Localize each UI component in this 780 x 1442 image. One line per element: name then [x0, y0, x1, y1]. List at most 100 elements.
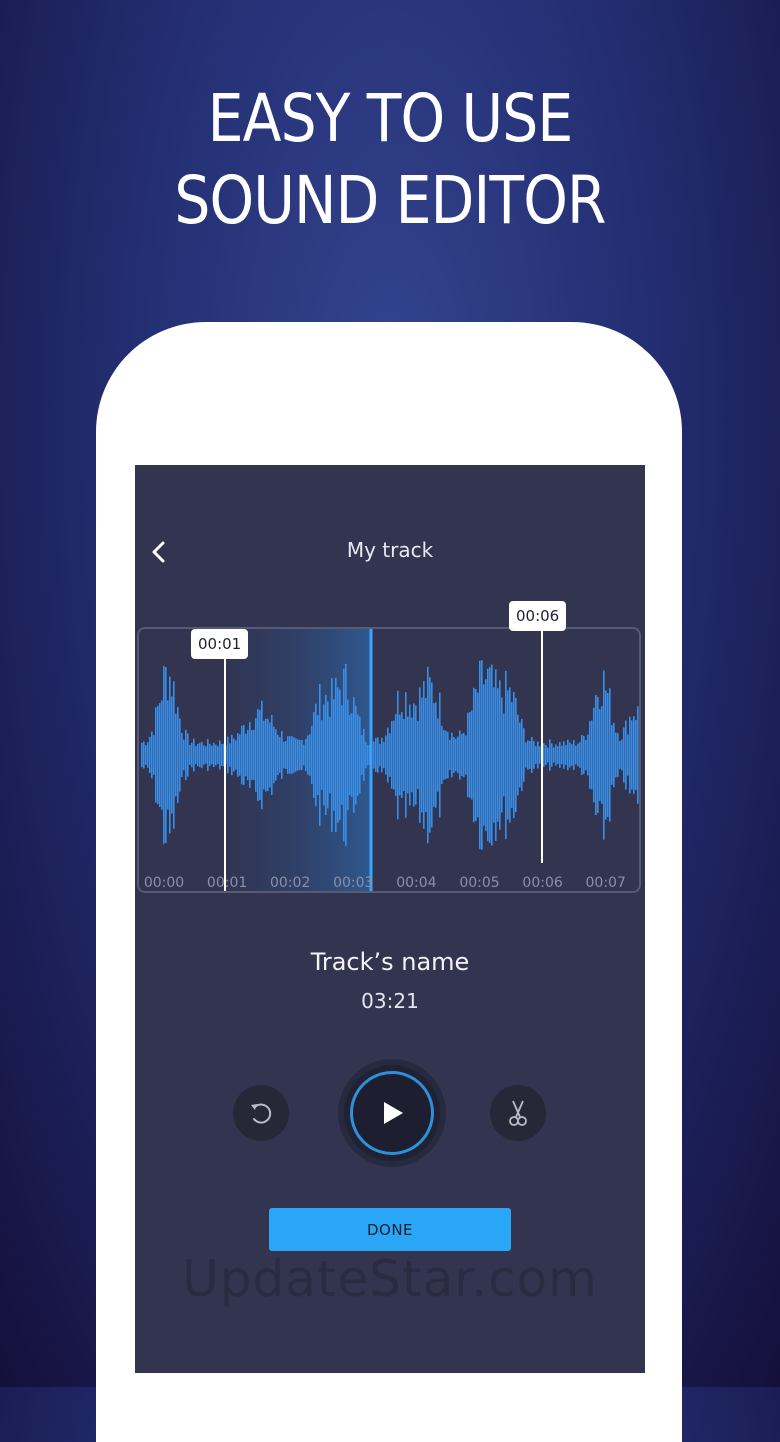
- waveform-sample: [459, 730, 461, 780]
- waveform-sample: [579, 742, 581, 768]
- waveform-sample: [173, 681, 175, 829]
- waveform-sample: [475, 689, 477, 821]
- waveform-sample: [355, 705, 357, 805]
- waveform-sample: [505, 670, 507, 840]
- timeline-ticks: 00:00 00:01 00:02 00:03 00:04 00:05 00:06 00:07: [135, 875, 645, 891]
- waveform-sample: [627, 734, 629, 776]
- waveform-sample: [375, 738, 377, 772]
- waveform[interactable]: [139, 629, 641, 893]
- waveform-sample: [549, 739, 551, 771]
- done-button[interactable]: DONE: [269, 1208, 511, 1251]
- start-marker-label[interactable]: 00:01: [191, 629, 249, 659]
- waveform-sample: [581, 734, 583, 776]
- waveform-sample: [257, 709, 259, 801]
- waveform-sample: [561, 745, 563, 765]
- waveform-sample: [481, 660, 483, 850]
- waveform-sample: [487, 668, 489, 842]
- waveform-sample: [333, 699, 335, 811]
- waveform-sample: [193, 738, 195, 772]
- waveform-sample: [251, 729, 253, 781]
- waveform-sample: [293, 737, 295, 773]
- waveform-sample: [489, 667, 491, 843]
- waveform-sample: [151, 731, 153, 779]
- waveform-sample: [531, 736, 533, 774]
- waveform-sample: [553, 747, 555, 763]
- waveform-sample: [203, 745, 205, 765]
- waveform-sample: [425, 698, 427, 812]
- waveform-sample: [611, 725, 613, 785]
- waveform-sample: [577, 743, 579, 767]
- waveform-sample: [551, 743, 553, 767]
- waveform-sample: [197, 743, 199, 767]
- waveform-sample: [291, 736, 293, 774]
- waveform-sample: [379, 743, 381, 767]
- waveform-sample: [221, 744, 223, 766]
- waveform-sample: [453, 737, 455, 773]
- waveform-sample: [309, 734, 311, 776]
- play-button[interactable]: [344, 1065, 440, 1161]
- waveform-sample: [593, 707, 595, 803]
- waveform-sample: [445, 730, 447, 780]
- cut-button[interactable]: [490, 1085, 546, 1141]
- waveform-sample: [465, 735, 467, 775]
- waveform-sample: [399, 714, 401, 796]
- waveform-sample: [391, 721, 393, 789]
- waveform-sample: [259, 709, 261, 801]
- waveform-sample: [147, 742, 149, 768]
- waveform-sample: [213, 742, 215, 768]
- waveform-sample: [397, 690, 399, 820]
- waveform-sample: [497, 688, 499, 822]
- waveform-sample: [145, 745, 147, 765]
- waveform-sample: [439, 692, 441, 818]
- waveform-sample: [219, 740, 221, 770]
- waveform-sample: [157, 705, 159, 805]
- waveform-sample: [153, 735, 155, 775]
- end-marker-label[interactable]: 00:06: [509, 601, 567, 631]
- waveform-sample: [263, 720, 265, 790]
- waveform-sample: [227, 736, 229, 774]
- waveform-sample: [567, 739, 569, 771]
- waveform-sample: [609, 688, 611, 822]
- waveform-sample: [559, 742, 561, 768]
- waveform-sample: [191, 742, 193, 768]
- waveform-sample: [583, 735, 585, 775]
- waveform-sample: [229, 743, 231, 767]
- waveform-sample: [621, 739, 623, 771]
- waveform-sample: [617, 733, 619, 777]
- waveform-sample: [281, 731, 283, 779]
- waveform-sample: [187, 733, 189, 777]
- waveform-sample: [365, 741, 367, 769]
- waveform-sample: [469, 712, 471, 798]
- waveform-sample: [535, 746, 537, 764]
- waveform-sample: [529, 741, 531, 769]
- waveform-sample: [405, 692, 407, 818]
- undo-button[interactable]: [233, 1085, 289, 1141]
- waveform-sample: [303, 744, 305, 766]
- timeline-tick: 00:02: [270, 875, 311, 891]
- waveform-panel[interactable]: [137, 627, 641, 893]
- waveform-sample: [247, 729, 249, 781]
- waveform-sample: [555, 744, 557, 766]
- waveform-sample: [585, 739, 587, 771]
- waveform-sample: [389, 733, 391, 777]
- waveform-sample: [575, 745, 577, 765]
- waveform-sample: [341, 705, 343, 805]
- waveform-sample: [501, 697, 503, 813]
- waveform-sample: [605, 690, 607, 820]
- waveform-sample: [301, 739, 303, 771]
- waveform-sample: [423, 681, 425, 829]
- promo-headline: EASY TO USE SOUND EDITOR: [55, 78, 726, 242]
- waveform-sample: [159, 703, 161, 807]
- waveform-sample: [253, 729, 255, 781]
- waveform-sample: [161, 700, 163, 810]
- waveform-sample: [477, 692, 479, 818]
- waveform-sample: [235, 740, 237, 770]
- waveform-sample: [395, 714, 397, 796]
- waveform-sample: [245, 733, 247, 777]
- waveform-sample: [507, 690, 509, 820]
- waveform-sample: [343, 668, 345, 842]
- waveform-sample: [199, 742, 201, 768]
- waveform-sample: [591, 720, 593, 790]
- waveform-sample: [431, 682, 433, 828]
- waveform-sample: [479, 660, 481, 850]
